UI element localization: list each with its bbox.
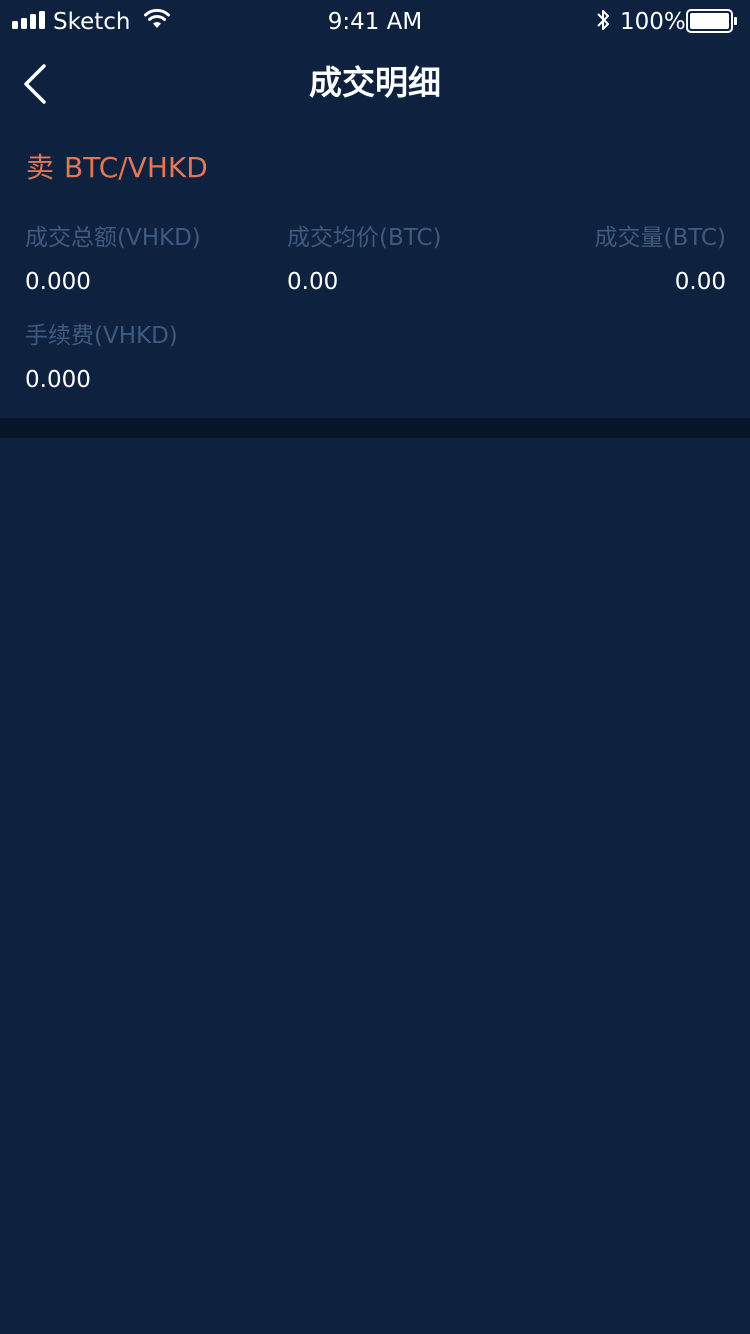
battery-percent: 100% bbox=[620, 9, 686, 35]
page-title: 成交明细 bbox=[309, 63, 441, 102]
trading-pair-name: BTC/VHKD bbox=[64, 151, 208, 184]
bluetooth-icon bbox=[597, 10, 609, 30]
order-side-badge: 卖 bbox=[26, 151, 55, 184]
total-amount-value: 0.000 bbox=[25, 269, 91, 295]
trading-pair-heading: 卖 BTC/VHKD bbox=[26, 150, 208, 186]
battery-icon bbox=[686, 9, 737, 33]
total-amount-label: 成交总额(VHKD) bbox=[25, 225, 201, 251]
volume-value: 0.00 bbox=[674, 269, 726, 295]
avg-price-value: 0.00 bbox=[287, 269, 339, 295]
status-bar: Sketch 9:41 AM 100% bbox=[0, 0, 750, 40]
section-divider bbox=[0, 418, 750, 438]
volume-label: 成交量(BTC) bbox=[594, 225, 727, 251]
fee-value: 0.000 bbox=[25, 367, 91, 393]
avg-price-label: 成交均价(BTC) bbox=[287, 225, 442, 251]
fee-label: 手续费(VHKD) bbox=[25, 323, 178, 349]
